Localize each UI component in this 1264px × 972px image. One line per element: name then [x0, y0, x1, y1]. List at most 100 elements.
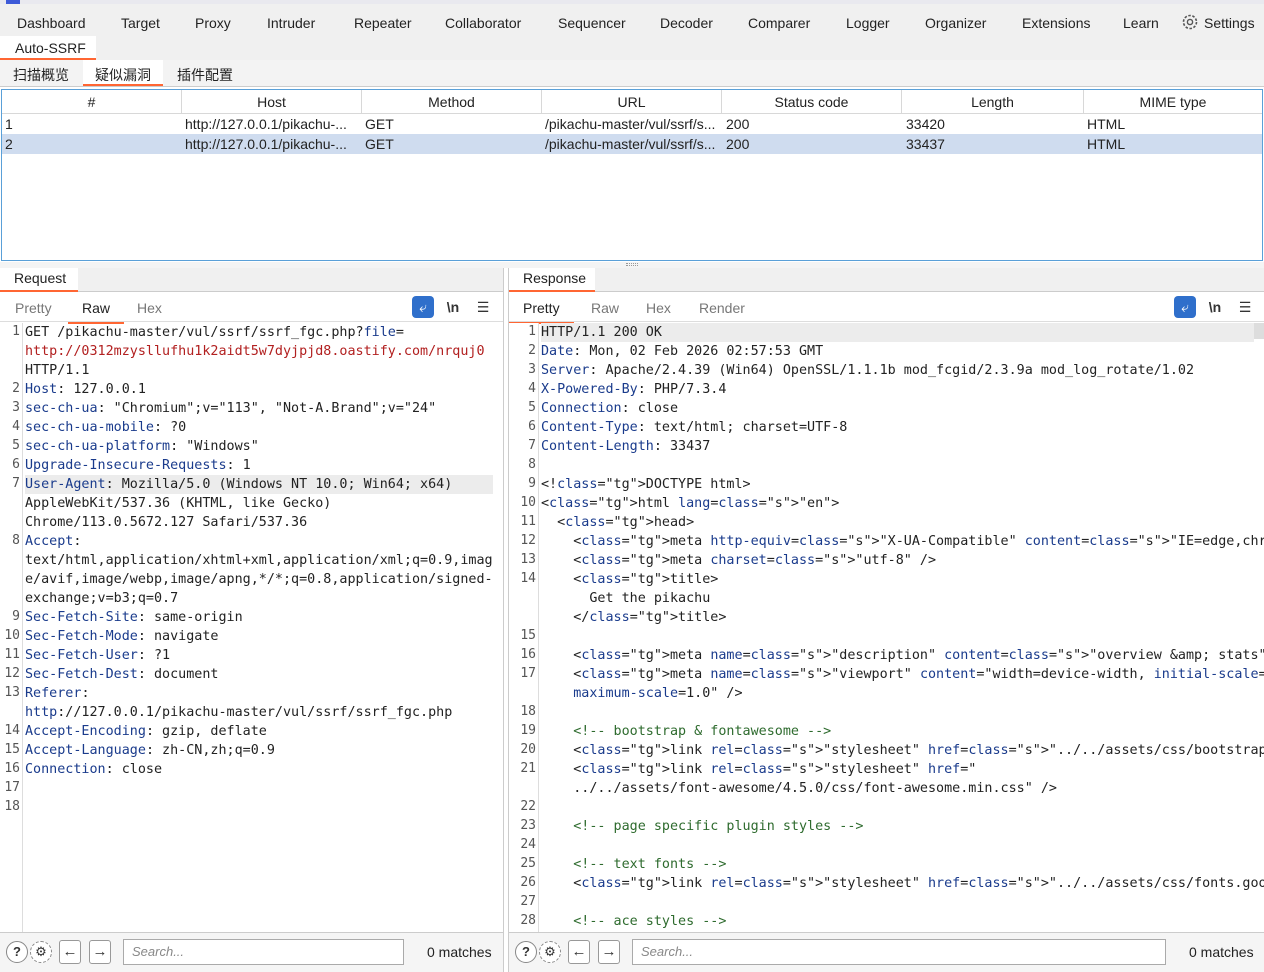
tab-raw[interactable]: Raw: [67, 300, 125, 324]
cell-mime: HTML: [1087, 136, 1126, 152]
cell-url: /pikachu-master/vul/ssrf/s...: [545, 136, 716, 152]
line-number: 5: [12, 438, 20, 453]
code-line: <class="tg">meta http-equiv=class="s">"X…: [541, 534, 1264, 549]
newline-toggle[interactable]: \n: [442, 296, 464, 318]
menu-settings[interactable]: Settings: [1204, 15, 1255, 31]
line-number: 17: [520, 666, 536, 681]
menu-extensions[interactable]: Extensions: [1022, 15, 1090, 31]
menu-icon[interactable]: ☰: [1234, 296, 1256, 318]
col-header-status[interactable]: Status code: [722, 90, 902, 114]
col-header-url[interactable]: URL: [542, 90, 722, 114]
tab-pretty[interactable]: Pretty: [509, 300, 574, 324]
code-line: <!-- page specific plugin styles -->: [541, 819, 864, 834]
cell-length: 33420: [906, 116, 945, 132]
tab-request[interactable]: Request: [0, 268, 78, 292]
menu-icon[interactable]: ☰: [472, 296, 494, 318]
line-number: 15: [520, 628, 536, 643]
col-header-length[interactable]: Length: [902, 90, 1084, 114]
line-number: 20: [520, 742, 536, 757]
menu-intruder[interactable]: Intruder: [267, 15, 315, 31]
line-number: 23: [520, 818, 536, 833]
menu-repeater[interactable]: Repeater: [354, 15, 412, 31]
tab-plugin-config[interactable]: 插件配置: [170, 60, 240, 86]
tab-hex[interactable]: Hex: [137, 300, 162, 316]
code-line: <class="tg">link rel=class="s">"styleshe…: [541, 876, 1264, 891]
code-line: <class="tg">title>: [541, 572, 719, 587]
gear-icon[interactable]: [1181, 13, 1199, 34]
menu-collaborator[interactable]: Collaborator: [445, 15, 521, 31]
tab-raw[interactable]: Raw: [591, 300, 619, 316]
next-icon[interactable]: →: [598, 940, 620, 964]
extension-tab-bar: Auto-SSRF: [0, 36, 1264, 60]
code-line: Get the pikachu: [541, 591, 711, 606]
tab-suspected-vulns[interactable]: 疑似漏洞: [83, 60, 163, 86]
table-row-selected[interactable]: 2 http://127.0.0.1/pikachu-... GET /pika…: [2, 134, 1262, 154]
menu-logger[interactable]: Logger: [846, 15, 890, 31]
menu-sequencer[interactable]: Sequencer: [558, 15, 626, 31]
menu-proxy[interactable]: Proxy: [195, 15, 231, 31]
settings-icon[interactable]: ⚙: [30, 941, 52, 963]
code-line: AppleWebKit/537.36 (KHTML, like Gecko): [25, 496, 332, 511]
wrap-lines-icon[interactable]: ⤶: [1174, 296, 1196, 318]
tab-response[interactable]: Response: [509, 268, 595, 292]
col-header-host[interactable]: Host: [182, 90, 362, 114]
code-line: Content-Type: text/html; charset=UTF-8: [541, 420, 848, 435]
line-number: 6: [12, 457, 20, 472]
line-number: 9: [12, 609, 20, 624]
settings-icon[interactable]: ⚙: [539, 941, 561, 963]
next-icon[interactable]: →: [89, 940, 111, 964]
code-line: <class="tg">link rel=class="s">"styleshe…: [541, 762, 977, 777]
code-line: Sec-Fetch-Dest: document: [25, 667, 219, 682]
code-line: <!-- bootstrap & fontawesome -->: [541, 724, 832, 739]
code-line: Date: Mon, 02 Feb 2026 02:57:53 GMT: [541, 344, 824, 359]
wrap-lines-icon[interactable]: ⤶: [412, 296, 434, 318]
search-input[interactable]: Search...: [632, 939, 1166, 965]
col-header-method[interactable]: Method: [362, 90, 542, 114]
response-editor[interactable]: 1 HTTP/1.1 200 OK 2 Date: Mon, 02 Feb 2026 …: [509, 323, 1264, 932]
col-header-index[interactable]: #: [2, 90, 182, 114]
tab-pretty[interactable]: Pretty: [15, 300, 52, 316]
menu-learn[interactable]: Learn: [1123, 15, 1159, 31]
code-line: Connection: close: [25, 762, 163, 777]
menu-comparer[interactable]: Comparer: [748, 15, 810, 31]
tab-auto-ssrf[interactable]: Auto-SSRF: [0, 36, 96, 60]
newline-toggle[interactable]: \n: [1204, 296, 1226, 318]
line-number: 9: [528, 476, 536, 491]
tab-hex[interactable]: Hex: [646, 300, 671, 316]
menu-dashboard[interactable]: Dashboard: [17, 15, 86, 31]
line-number: 3: [528, 362, 536, 377]
code-line: <class="tg">html lang=class="s">"en">: [541, 496, 840, 511]
cell-status: 200: [726, 136, 750, 152]
help-icon[interactable]: ?: [6, 941, 28, 963]
code-line: HTTP/1.1 200 OK: [541, 323, 1254, 342]
line-number: 18: [520, 704, 536, 719]
line-number: 12: [520, 533, 536, 548]
cell-length: 33437: [906, 136, 945, 152]
line-number: 6: [528, 419, 536, 434]
menu-organizer[interactable]: Organizer: [925, 15, 986, 31]
code-line: GET /pikachu-master/vul/ssrf/ssrf_fgc.ph…: [25, 325, 404, 340]
code-line: <!-- text fonts -->: [541, 857, 727, 872]
match-count: 0 matches: [427, 944, 492, 960]
menu-decoder[interactable]: Decoder: [660, 15, 713, 31]
request-editor[interactable]: 1 GET /pikachu-master/vul/ssrf/ssrf_fgc.p…: [0, 323, 503, 932]
menu-target[interactable]: Target: [121, 15, 160, 31]
help-icon[interactable]: ?: [515, 941, 537, 963]
response-view-tabs: Pretty Raw Hex Render: [509, 294, 1264, 324]
code-line: sec-ch-ua-platform: "Windows": [25, 439, 259, 454]
line-number: 1: [12, 324, 20, 339]
code-line: Host: 127.0.0.1: [25, 382, 146, 397]
col-header-mime[interactable]: MIME type: [1084, 90, 1262, 114]
previous-icon[interactable]: ←: [59, 940, 81, 964]
tab-render[interactable]: Render: [699, 300, 745, 316]
line-number: 2: [12, 381, 20, 396]
line-number: 10: [520, 495, 536, 510]
tab-scan-overview[interactable]: 扫描概览: [6, 60, 76, 86]
search-input[interactable]: Search...: [123, 939, 404, 965]
scrollbar-thumb[interactable]: [1254, 323, 1264, 339]
code-line: Sec-Fetch-Site: same-origin: [25, 610, 243, 625]
table-row[interactable]: 1 http://127.0.0.1/pikachu-... GET /pika…: [2, 114, 1262, 134]
code-line: sec-ch-ua-mobile: ?0: [25, 420, 187, 435]
request-search-bar: ? ⚙ ← → Search... 0 matches: [0, 932, 503, 972]
previous-icon[interactable]: ←: [568, 940, 590, 964]
